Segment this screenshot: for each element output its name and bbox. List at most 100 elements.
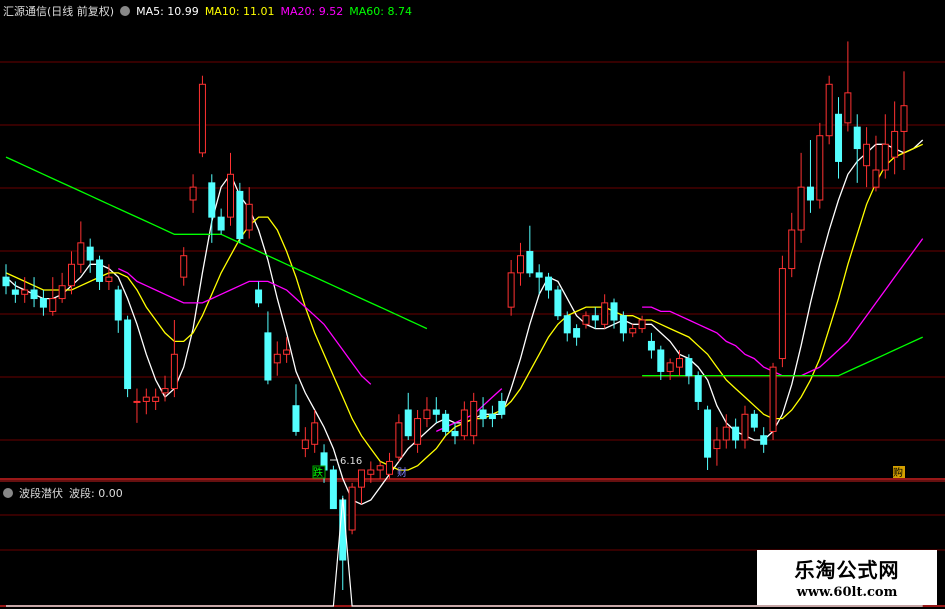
candle — [891, 101, 899, 175]
candle-body — [825, 83, 833, 137]
candle-body — [357, 469, 365, 488]
ma20-label: MA20: 9.52 — [280, 4, 344, 18]
candle — [11, 281, 19, 303]
candle — [863, 127, 871, 188]
candle — [161, 375, 169, 402]
candle-body — [863, 143, 871, 167]
annotations: 6.16 跌 财 购 — [312, 456, 905, 479]
candle — [460, 401, 468, 440]
candle-body — [647, 340, 655, 351]
candle — [713, 427, 721, 466]
ma5-label: MA5: 10.99 — [136, 4, 199, 18]
candle-body — [853, 126, 861, 150]
candle — [2, 264, 10, 295]
candle-body — [835, 113, 843, 162]
candle-body — [236, 190, 244, 240]
candle-body — [49, 298, 57, 312]
candle-body — [432, 409, 440, 415]
candle — [339, 495, 347, 590]
candle-body — [96, 259, 104, 282]
candle-body — [329, 469, 337, 510]
candle — [58, 272, 66, 303]
candle-body — [694, 375, 702, 402]
candle-body — [58, 285, 66, 300]
candle-body — [732, 426, 740, 441]
candle — [236, 182, 244, 243]
candle — [835, 97, 843, 179]
candle — [610, 298, 618, 329]
candle — [750, 410, 758, 432]
candle-body — [666, 362, 674, 372]
candle-body — [30, 289, 38, 300]
candle-body — [367, 469, 375, 475]
candle — [376, 461, 384, 479]
candle-body — [404, 409, 412, 437]
candle — [423, 397, 431, 428]
stock-title: 汇源通信(日线 前复权) — [3, 5, 115, 18]
candle — [601, 294, 609, 329]
settings-circle-icon[interactable] — [120, 6, 131, 16]
ma60-label: MA60: 8.74 — [349, 4, 412, 18]
candle — [124, 315, 132, 398]
candles — [2, 41, 908, 590]
candle-body — [86, 246, 94, 261]
candle — [292, 384, 300, 436]
candle-body — [105, 276, 113, 282]
candle-body — [516, 255, 524, 274]
candle-body — [255, 289, 263, 304]
candle-body — [881, 143, 889, 171]
chart-header: 汇源通信(日线 前复权) MA5: 10.99 MA10: 11.01 MA20… — [3, 3, 412, 19]
candle-body — [713, 439, 721, 450]
candle-body — [2, 276, 10, 287]
candle — [273, 341, 281, 376]
candle — [311, 410, 319, 453]
candle-body — [685, 358, 693, 377]
candle — [479, 397, 487, 428]
candle-body — [563, 315, 571, 334]
candle — [573, 324, 581, 346]
candle — [329, 465, 337, 510]
candle-body — [844, 92, 852, 124]
candle — [647, 332, 655, 359]
candle — [77, 221, 85, 273]
watermark: 乐淘公式网 www.60lt.com — [757, 550, 937, 605]
candle — [395, 414, 403, 462]
candle — [900, 71, 908, 170]
candle — [526, 225, 534, 278]
main-chart: 6.16 跌 财 购 — [0, 41, 945, 607]
candle-body — [900, 105, 908, 132]
signal-label-c: 购 — [893, 466, 903, 479]
candle-body — [778, 268, 786, 360]
candle — [180, 247, 188, 286]
candle-body — [292, 405, 300, 432]
candle — [301, 427, 309, 458]
candle-body — [526, 250, 534, 274]
watermark-cn: 乐淘公式网 — [794, 558, 900, 582]
candle — [39, 290, 47, 316]
candle-body — [554, 289, 562, 317]
candle — [189, 174, 197, 213]
candle-body — [245, 203, 253, 231]
candle — [881, 114, 889, 179]
candle-body — [114, 289, 122, 321]
candle-body — [170, 353, 178, 390]
candle-body — [535, 272, 543, 278]
candle — [704, 405, 712, 470]
candle-body — [414, 418, 422, 445]
candle-body — [189, 186, 197, 201]
candle-body — [451, 430, 459, 437]
candle-body — [77, 242, 85, 265]
candle — [142, 388, 150, 415]
candle — [788, 212, 796, 278]
candle-body — [760, 435, 768, 445]
candle-body — [806, 186, 814, 201]
candle-body — [488, 413, 496, 420]
candle-body — [582, 315, 590, 325]
candle — [357, 469, 365, 505]
candle — [741, 405, 749, 449]
candle-body — [610, 302, 618, 321]
candle-body — [264, 332, 272, 381]
candle — [816, 122, 824, 209]
candle-body — [133, 400, 141, 403]
indicator-circle-icon[interactable] — [3, 488, 13, 498]
